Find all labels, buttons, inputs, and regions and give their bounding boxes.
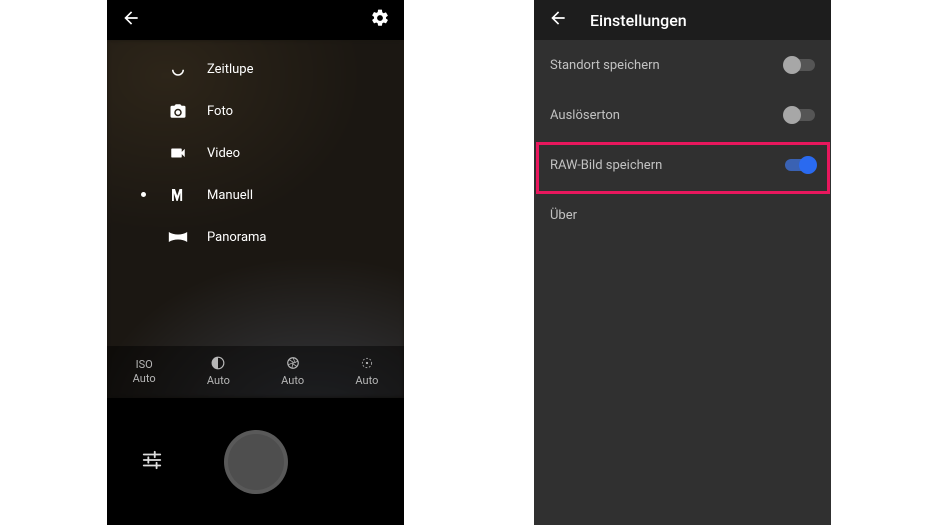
iso-label: ISO <box>136 358 153 372</box>
mode-item-photo[interactable]: Foto <box>165 90 404 132</box>
shutter-button[interactable] <box>228 434 284 490</box>
param-value: Auto <box>207 374 230 388</box>
manual-icon <box>165 186 191 204</box>
toggle-raw[interactable] <box>785 159 815 171</box>
setting-label: RAW-Bild speichern <box>550 158 662 173</box>
mode-label: Manuell <box>207 188 253 203</box>
param-value: Auto <box>355 374 378 388</box>
mode-label: Foto <box>207 104 233 119</box>
mode-label: Zeitlupe <box>207 62 253 77</box>
aperture-icon <box>286 356 300 374</box>
setting-shutter-sound[interactable]: Auslöserton <box>534 90 831 140</box>
camera-icon <box>165 102 191 120</box>
camera-viewport: Zeitlupe Foto Video <box>107 40 404 398</box>
setting-raw[interactable]: RAW-Bild speichern <box>534 140 831 190</box>
contrast-icon <box>211 356 225 374</box>
setting-label: Standort speichern <box>550 58 660 73</box>
param-value: Auto <box>281 374 304 388</box>
camera-topbar <box>107 0 404 40</box>
camera-bottom-bar <box>107 398 404 525</box>
toggle-location[interactable] <box>785 59 815 71</box>
mode-list: Zeitlupe Foto Video <box>107 48 404 258</box>
mode-label: Video <box>207 146 240 161</box>
setting-about[interactable]: Über <box>534 190 831 240</box>
settings-screen: Einstellungen Standort speichern Auslöse… <box>534 0 831 525</box>
mode-item-slowmo[interactable]: Zeitlupe <box>165 48 404 90</box>
gear-icon[interactable] <box>370 8 390 32</box>
video-icon <box>165 144 191 162</box>
focus-icon <box>360 356 374 374</box>
camera-screen: Zeitlupe Foto Video <box>107 0 404 525</box>
settings-topbar: Einstellungen <box>534 0 831 40</box>
back-icon[interactable] <box>121 8 141 32</box>
settings-list: Standort speichern Auslöserton RAW-Bild … <box>534 40 831 240</box>
setting-location[interactable]: Standort speichern <box>534 40 831 90</box>
param-iso[interactable]: ISO Auto <box>107 346 181 398</box>
panorama-icon <box>165 230 191 244</box>
mode-item-panorama[interactable]: Panorama <box>165 216 404 258</box>
back-icon[interactable] <box>548 8 590 32</box>
toggle-shutter-sound[interactable] <box>785 109 815 121</box>
setting-label: Über <box>550 208 577 223</box>
mode-item-manual[interactable]: Manuell <box>165 174 404 216</box>
mode-label: Panorama <box>207 230 267 245</box>
mode-item-video[interactable]: Video <box>165 132 404 174</box>
param-exposure[interactable]: Auto <box>181 346 255 398</box>
manual-params-row: ISO Auto Auto Auto <box>107 346 404 398</box>
settings-title: Einstellungen <box>590 11 687 30</box>
setting-label: Auslöserton <box>550 108 620 123</box>
param-focus[interactable]: Auto <box>330 346 404 398</box>
slowmo-icon <box>165 60 191 78</box>
param-aperture[interactable]: Auto <box>256 346 330 398</box>
param-value: Auto <box>133 372 156 386</box>
tune-icon[interactable] <box>141 449 163 475</box>
